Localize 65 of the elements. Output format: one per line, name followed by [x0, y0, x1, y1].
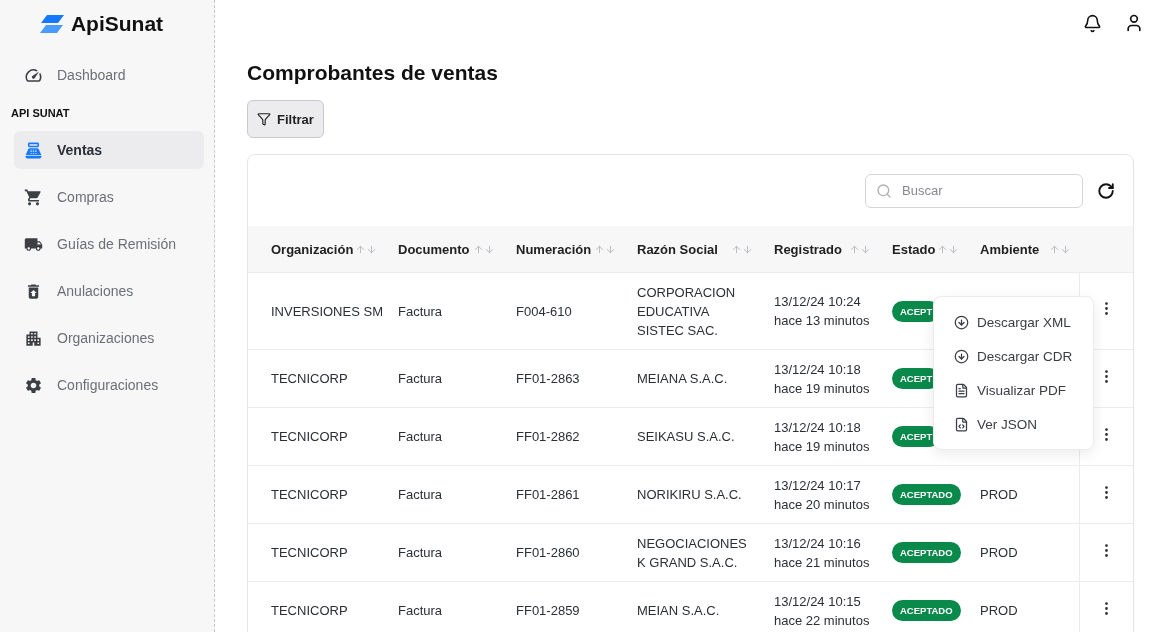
column-header[interactable]: Registrado [774, 241, 842, 257]
table-cell: TECNICORP [248, 523, 385, 582]
table-cell: FF01-2862 [503, 407, 624, 466]
table-cell: CORPORACION EDUCATIVA SISTEC SAC. [624, 272, 761, 350]
table-cell: Factura [385, 581, 503, 632]
table-cell: NORIKIRU S.A.C. [624, 465, 761, 524]
brand-name: ApiSunat [70, 12, 164, 36]
download-icon [954, 314, 969, 330]
search-icon [876, 182, 892, 199]
nav-item[interactable]: Ventas [14, 131, 204, 169]
table-cell: FF01-2861 [503, 465, 624, 524]
table-cell: Factura [385, 272, 503, 350]
status-badge: ACEPTADO [892, 542, 961, 563]
code-file-icon [954, 416, 969, 432]
nav-item[interactable]: Organizaciones [14, 319, 204, 357]
filter-button[interactable]: Filtrar [247, 100, 324, 138]
column-header[interactable]: Estado [892, 241, 936, 257]
table-cell: 13/12/24 10:24 hace 13 minutos [761, 272, 879, 350]
table-cell: TECNICORP [248, 407, 385, 466]
table-cell: 13/12/24 10:18 hace 19 minutos [761, 349, 879, 408]
table-cell: FF01-2859 [503, 581, 624, 632]
nav-item[interactable]: Anulaciones [14, 272, 204, 310]
nav-item[interactable]: Guías de Remisión [14, 225, 204, 263]
table-cell: Factura [385, 523, 503, 582]
table-cell: FF01-2860 [503, 523, 624, 582]
table-cell: Factura [385, 407, 503, 466]
building-icon [24, 328, 43, 348]
table-cell: FF01-2863 [503, 349, 624, 408]
user-icon[interactable] [1124, 13, 1144, 33]
status-badge: ACEPTADO [892, 484, 961, 505]
page-title: Comprobantes de ventas [247, 61, 498, 85]
table-cell: Factura [385, 349, 503, 408]
table-cell: MEIANA S.A.C. [624, 349, 761, 408]
environment-text: PROD [980, 487, 1018, 502]
settings-icon [24, 375, 43, 395]
download-icon [954, 348, 969, 364]
table-cell: SEIKASU S.A.C. [624, 407, 761, 466]
table-cell: INVERSIONES SM [248, 272, 385, 350]
table-cell: TECNICORP [248, 465, 385, 524]
table-cell: TECNICORP [248, 581, 385, 632]
document-icon [954, 382, 969, 398]
section-label: API SUNAT [11, 107, 71, 119]
cart-icon [24, 187, 43, 207]
notification-bell-icon[interactable] [1083, 13, 1102, 33]
logo-icon [38, 15, 65, 33]
table-cell: TECNICORP [248, 349, 385, 408]
table-cell: 13/12/24 10:17 hace 20 minutos [761, 465, 879, 524]
status-badge: ACEPTADO [892, 600, 961, 622]
column-header[interactable]: Ambiente [980, 241, 1040, 257]
table-cell: NEGOCIACIONES K GRAND S.A.C. [624, 523, 761, 582]
refresh-icon[interactable] [1097, 181, 1115, 200]
table-cell: Factura [385, 465, 503, 524]
nav-item[interactable]: Configuraciones [14, 366, 204, 404]
nav-item[interactable]: Dashboard [14, 56, 204, 94]
table-cell: 13/12/24 10:15 hace 22 minutos [761, 581, 879, 632]
table-cell: F004-610 [503, 272, 624, 350]
table-cell: 13/12/24 10:18 hace 19 minutos [761, 407, 879, 466]
cash-register-icon [24, 140, 43, 160]
table-cell: MEIAN S.A.C. [624, 581, 761, 632]
filter-icon [257, 112, 271, 126]
environment-text: PROD [980, 603, 1018, 619]
table-cell: 13/12/24 10:16 hace 21 minutos [761, 523, 879, 582]
environment-text: PROD [980, 545, 1018, 560]
nav-item[interactable]: Compras [14, 178, 204, 216]
search-field[interactable]: Buscar [865, 173, 1083, 208]
